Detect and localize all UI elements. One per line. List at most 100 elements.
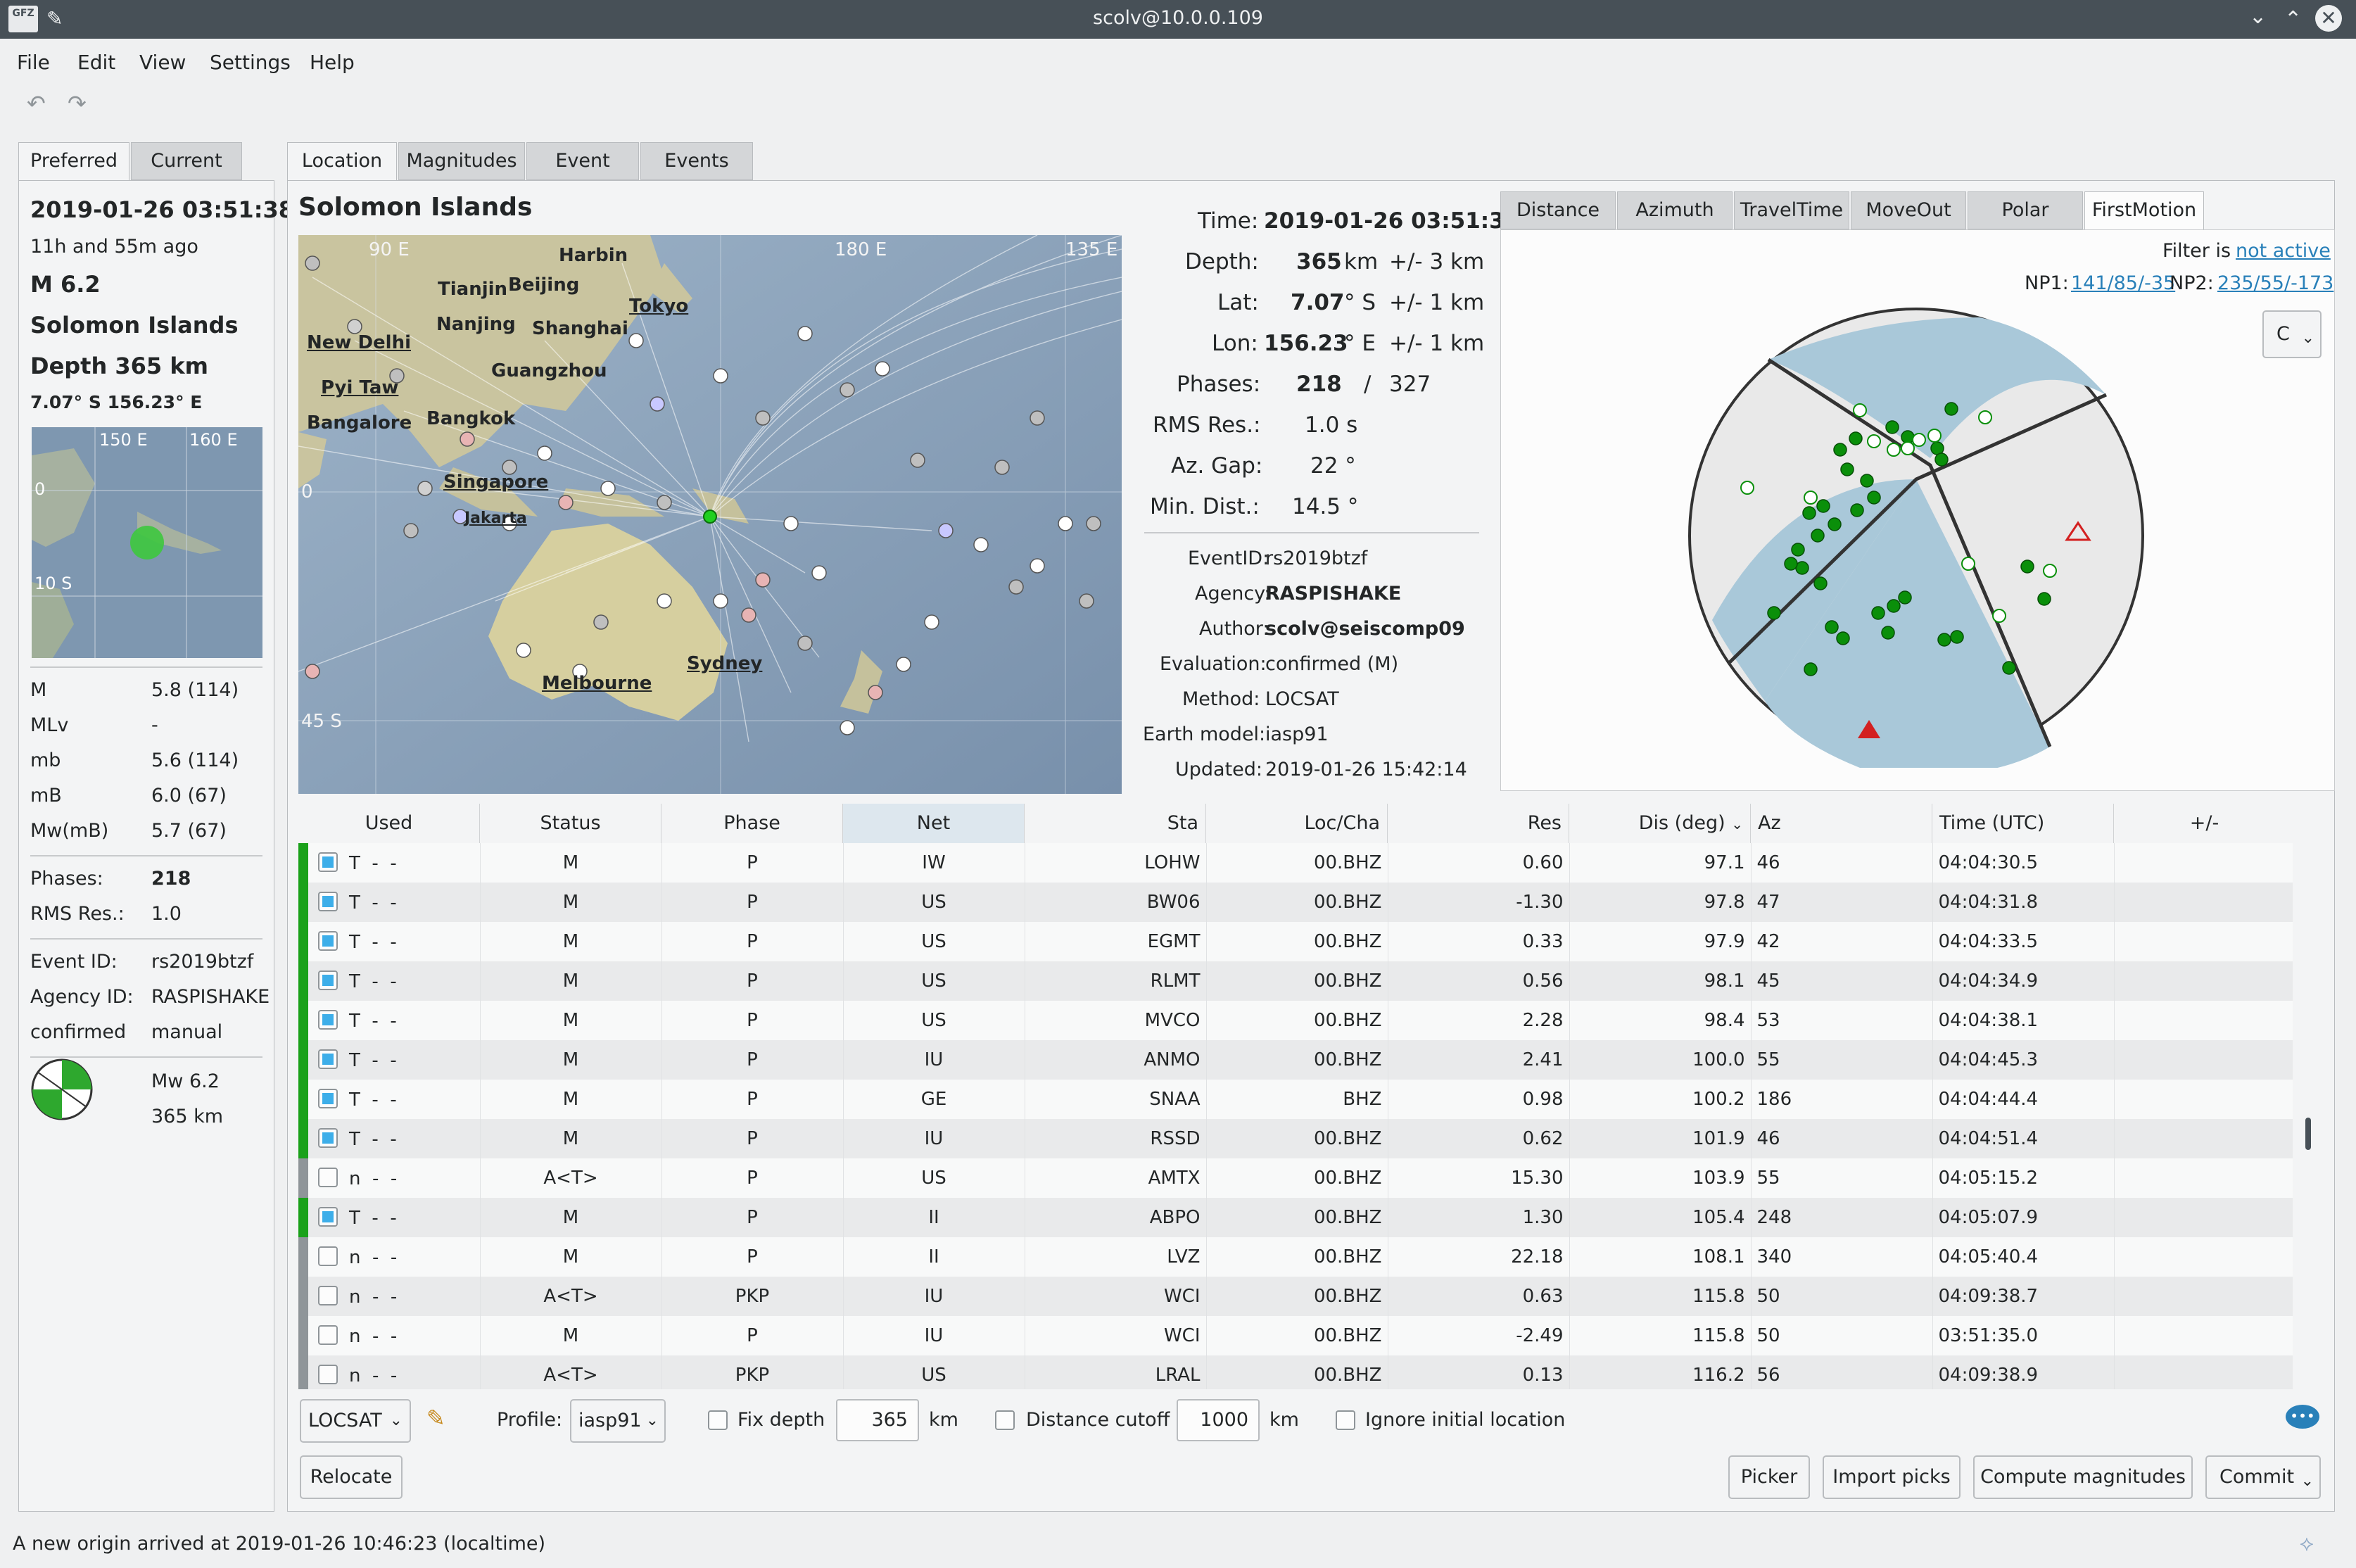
use-checkbox[interactable] [318,1207,338,1227]
cell-used[interactable]: n - - [298,1237,481,1277]
cell-used[interactable]: T - - [298,883,481,922]
cell-used[interactable]: T - - [298,1040,481,1080]
tab-distance[interactable]: Distance [1500,191,1616,229]
table-row[interactable]: T - - M P IW LOHW 00.BHZ 0.60 97.1 46 04:04:30.5 [298,843,2293,883]
cell-used[interactable]: n - - [298,1316,481,1355]
cell-used[interactable]: T - - [298,1001,481,1040]
col-status[interactable]: Status [480,804,661,843]
use-checkbox[interactable] [318,1168,338,1187]
cell-used[interactable]: T - - [298,1080,481,1119]
tab-current[interactable]: Current [131,142,242,180]
col-net[interactable]: Net [843,804,1025,843]
event-id-value: rs2019btzf [151,951,254,973]
use-checkbox[interactable] [318,1365,338,1384]
cell-used[interactable]: T - - [298,1198,481,1237]
col-err[interactable]: +/- [2114,804,2293,843]
col-time[interactable]: Time (UTC) [1932,804,2114,843]
commit-button[interactable]: Commit ⌄ [2205,1455,2321,1499]
np2-value-link[interactable]: 235/55/-173 [2217,272,2333,294]
table-row[interactable]: n - - A<T> P US AMTX 00.BHZ 15.30 103.9 55 04:05:… [298,1158,2293,1198]
col-used[interactable]: Used [298,804,480,843]
tab-preferred[interactable]: Preferred [18,142,129,180]
relocate-button[interactable]: Relocate [300,1455,403,1499]
cell-used[interactable]: n - - [298,1277,481,1316]
col-phase[interactable]: Phase [661,804,843,843]
summary-map[interactable]: 150 E 160 E 0 10 S [32,427,262,658]
col-res[interactable]: Res [1388,804,1569,843]
use-checkbox[interactable] [318,1089,338,1108]
use-checkbox[interactable] [318,1286,338,1305]
tab-polar[interactable]: Polar [1968,191,2083,229]
menu-view[interactable]: View [139,51,186,74]
tab-location[interactable]: Location [287,142,397,180]
table-row[interactable]: T - - M P IU ANMO 00.BHZ 2.41 100.0 55 04:04:45.3 [298,1040,2293,1080]
location-map[interactable]: 90 E 180 E 135 E 0 45 S Harbin Beijing T… [298,235,1122,794]
cell-used[interactable]: T - - [298,843,481,883]
use-checkbox[interactable] [318,931,338,951]
minimize-icon[interactable]: ⌄ [2249,4,2267,29]
table-row[interactable]: T - - M P II ABPO 00.BHZ 1.30 105.4 248 04:05:07.… [298,1198,2293,1237]
cell-used[interactable]: T - - [298,922,481,961]
use-checkbox[interactable] [318,1325,338,1345]
tab-firstmotion[interactable]: FirstMotion [2084,191,2204,229]
tab-magnitudes[interactable]: Magnitudes [398,142,525,180]
menu-edit[interactable]: Edit [77,51,115,74]
table-row[interactable]: T - - M P US EGMT 00.BHZ 0.33 97.9 42 04:04:33.5 [298,922,2293,961]
fix-depth-checkbox[interactable] [708,1410,728,1430]
menu-file[interactable]: File [17,51,50,74]
col-sta[interactable]: Sta [1025,804,1206,843]
tab-traveltime[interactable]: TravelTime [1734,191,1849,229]
table-row[interactable]: n - - M P IU WCI 00.BHZ -2.49 115.8 50 03:51:35.0 [298,1316,2293,1355]
use-checkbox[interactable] [318,1049,338,1069]
ignore-initial-checkbox[interactable] [1336,1410,1355,1430]
table-row[interactable]: T - - M P US RLMT 00.BHZ 0.56 98.1 45 04:04:34.9 [298,961,2293,1001]
filter-value-link[interactable]: not active [2236,240,2331,262]
tab-moveout[interactable]: MoveOut [1851,191,1966,229]
locator-settings-icon[interactable]: ✎ [426,1405,445,1431]
tab-event[interactable]: Event [526,142,639,180]
table-scrollbar[interactable] [2303,804,2315,1389]
table-row[interactable]: T - - M P US BW06 00.BHZ -1.30 97.8 47 04:04:31.8 [298,883,2293,922]
cell-used[interactable]: n - - [298,1355,481,1389]
use-checkbox[interactable] [318,1128,338,1148]
menu-help[interactable]: Help [310,51,355,74]
locator-combo[interactable]: LOCSAT ⌄ [300,1399,411,1443]
use-checkbox[interactable] [318,1010,338,1030]
distance-cutoff-checkbox[interactable] [995,1410,1015,1430]
picker-button[interactable]: Picker [1728,1455,1810,1499]
use-checkbox[interactable] [318,852,338,872]
table-row[interactable]: T - - M P GE SNAA BHZ 0.98 100.2 186 04:04:44.4 [298,1080,2293,1119]
scrollbar-thumb[interactable] [2305,1118,2311,1150]
close-icon[interactable]: ✕ [2315,5,2342,32]
menu-settings[interactable]: Settings [210,51,291,74]
table-row[interactable]: n - - M P II LVZ 00.BHZ 22.18 108.1 340 04:05:40.… [298,1237,2293,1277]
use-checkbox[interactable] [318,970,338,990]
cell-used[interactable]: T - - [298,961,481,1001]
use-checkbox[interactable] [318,892,338,911]
table-row[interactable]: T - - M P US MVCO 00.BHZ 2.28 98.4 53 04:04:38.1 [298,1001,2293,1040]
use-checkbox[interactable] [318,1246,338,1266]
table-row[interactable]: n - - A<T> PKP US LRAL 00.BHZ 0.13 116.2 56 04:09… [298,1355,2293,1389]
plot-option-combo[interactable]: C ⌄ [2262,310,2322,358]
redo-icon[interactable]: ↷ [68,90,87,117]
col-az[interactable]: Az [1751,804,1932,843]
tab-azimuth[interactable]: Azimuth [1617,191,1733,229]
firstmotion-plot[interactable]: Filter is not active NP1: 141/85/-35 NP2… [1500,229,2335,791]
profile-combo[interactable]: iasp91 ⌄ [570,1399,666,1443]
col-dis[interactable]: Dis (deg) ⌄ [1569,804,1751,843]
comment-icon[interactable]: ••• [2286,1405,2319,1429]
flag-text: T - - [349,892,397,913]
undo-icon[interactable]: ↶ [27,90,46,117]
cell-used[interactable]: n - - [298,1158,481,1198]
table-row[interactable]: n - - A<T> PKP IU WCI 00.BHZ 0.63 115.8 50 04:09:… [298,1277,2293,1316]
cell-used[interactable]: T - - [298,1119,481,1158]
compute-magnitudes-button[interactable]: Compute magnitudes [1973,1455,2193,1499]
maximize-icon[interactable]: ⌃ [2284,7,2302,32]
col-loccha[interactable]: Loc/Cha [1206,804,1388,843]
table-row[interactable]: T - - M P IU RSSD 00.BHZ 0.62 101.9 46 04:04:51.4 [298,1119,2293,1158]
import-picks-button[interactable]: Import picks [1823,1455,1961,1499]
np1-value-link[interactable]: 141/85/-35 [2071,272,2175,294]
distance-cutoff-input[interactable]: 1000 [1177,1399,1260,1441]
tab-events[interactable]: Events [640,142,753,180]
fix-depth-input[interactable]: 365 [836,1399,919,1441]
